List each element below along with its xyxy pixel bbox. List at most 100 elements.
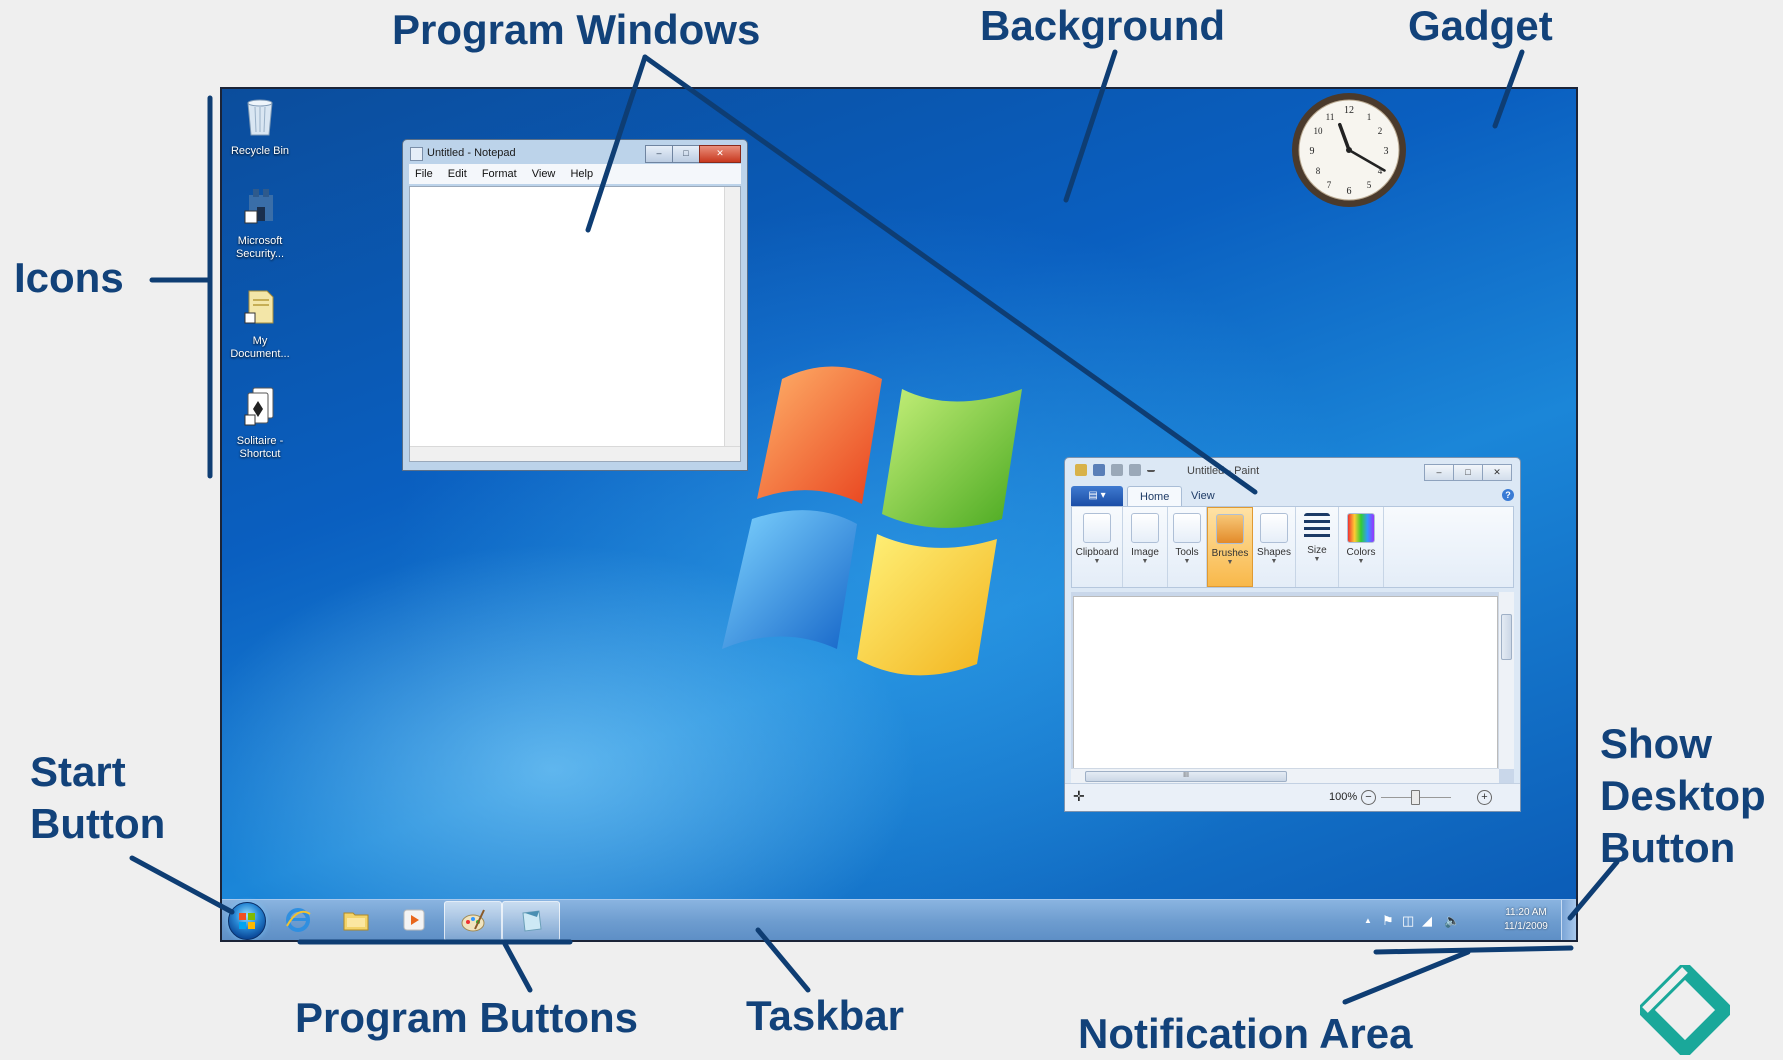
brushes-icon [1216,514,1244,544]
clipboard-icon [1083,513,1111,543]
taskbar-button-media-player[interactable] [386,901,442,939]
ribbon-group-size[interactable]: Size ▼ [1296,507,1339,587]
power-icon[interactable]: ◫ [1402,913,1414,929]
taskbar-button-notepad[interactable] [502,901,560,940]
clock-time: 11:20 AM [1505,907,1547,918]
notepad-title: Untitled - Notepad [427,147,516,159]
callout-show-desktop-button: Show Desktop Button [1600,720,1766,871]
callout-start-button: Start Button [30,748,166,847]
ribbon-group-clipboard[interactable]: Clipboard ▼ [1072,507,1123,587]
show-desktop-button[interactable] [1561,900,1576,940]
ribbon-group-brushes[interactable]: Brushes ▼ [1207,507,1253,587]
ribbon-group-tools[interactable]: Tools ▼ [1168,507,1207,587]
notepad-app-icon [410,147,423,161]
desktop[interactable]: Recycle Bin Microsoft Security... My Doc… [220,87,1578,942]
scroll-thumb[interactable] [1501,614,1512,660]
taskbar-button-internet-explorer[interactable] [270,901,326,939]
svg-text:6: 6 [1347,186,1352,197]
undo-icon[interactable] [1111,464,1123,476]
volume-icon[interactable]: 🔈 [1444,913,1460,929]
notepad-vertical-scrollbar[interactable] [724,187,740,447]
paint-window[interactable]: Untitled - Paint – □ ✕ ▤ ▾ Home View ? C… [1064,457,1521,812]
paint-title: Untitled - Paint [1187,465,1260,477]
network-icon[interactable]: ◢ [1422,913,1432,929]
taskbar-button-paint[interactable] [444,901,502,940]
close-button[interactable]: ✕ [699,145,741,163]
image-icon [1131,513,1159,543]
windows-explorer-icon [343,912,369,931]
redo-icon[interactable] [1129,464,1141,476]
start-button[interactable] [228,902,266,940]
svg-text:8: 8 [1316,166,1321,176]
notification-area-leader [1342,949,1471,1005]
taskbar-button-windows-explorer[interactable] [328,901,384,939]
paint-titlebar[interactable]: Untitled - Paint – □ ✕ [1065,458,1520,484]
menu-view[interactable]: View [532,168,556,180]
zoom-slider-thumb[interactable] [1411,790,1420,805]
desktop-icon-label: Microsoft Security... [235,235,285,260]
callout-program-windows: Program Windows [392,6,761,53]
svg-text:11: 11 [1326,112,1335,122]
ribbon-group-colors[interactable]: Colors ▼ [1339,507,1384,587]
notepad-horizontal-scrollbar[interactable] [410,446,740,461]
paint-canvas[interactable] [1073,596,1498,769]
callout-gadget: Gadget [1408,2,1553,49]
menu-edit[interactable]: Edit [448,168,467,180]
svg-text:3: 3 [1384,146,1389,157]
notepad-text-area[interactable] [409,186,741,462]
save-icon[interactable] [1093,464,1105,476]
paint-app-icon [1075,464,1087,476]
desktop-icon-label: My Document... [230,335,290,360]
menu-file[interactable]: File [415,168,433,180]
group-label: Clipboard [1075,547,1119,558]
show-hidden-icons-button[interactable]: ▲ [1364,916,1372,925]
desktop-icon-recycle-bin[interactable]: Recycle Bin [222,95,298,158]
clock-date: 11/1/2009 [1504,921,1548,932]
paint-file-menu-button[interactable]: ▤ ▾ [1071,486,1123,506]
desktop-icon-label: Solitaire - Shortcut [236,435,284,460]
notepad-window[interactable]: Untitled - Notepad – □ ✕ File Edit Forma… [402,139,748,471]
system-clock[interactable]: 11:20 AM 11/1/2009 [1496,906,1556,934]
clock-gadget[interactable]: 12 3 6 9 1 2 4 5 7 8 10 11 [1290,91,1408,209]
action-center-flag-icon[interactable]: ⚑ [1382,913,1394,929]
desktop-icon-microsoft-security[interactable]: Microsoft Security... [222,185,298,261]
desktop-icon-solitaire[interactable]: Solitaire - Shortcut [222,385,298,461]
customize-qat-icon[interactable] [1147,464,1155,472]
minimize-button[interactable]: – [1424,464,1454,481]
quick-access-toolbar [1075,464,1155,476]
paint-vertical-scrollbar[interactable] [1498,592,1514,769]
zoom-out-button[interactable]: − [1361,790,1376,805]
paint-horizontal-scrollbar[interactable]: III [1071,768,1499,783]
my-documents-icon [244,290,274,324]
scroll-thumb[interactable]: III [1085,771,1287,782]
paint-ribbon-tabs: ▤ ▾ Home View ? [1065,484,1520,507]
callout-notification-area: Notification Area [1078,1010,1413,1057]
ribbon-group-image[interactable]: Image ▼ [1123,507,1168,587]
help-icon[interactable]: ? [1502,489,1514,501]
tab-home[interactable]: Home [1127,486,1183,507]
ribbon-group-shapes[interactable]: Shapes ▼ [1253,507,1296,587]
tools-icon [1173,513,1201,543]
notepad-menubar: File Edit Format View Help [409,164,741,184]
maximize-button[interactable]: □ [672,145,700,163]
svg-text:1: 1 [1367,112,1372,122]
close-button[interactable]: ✕ [1482,464,1512,481]
notepad-titlebar[interactable]: Untitled - Notepad – □ ✕ [403,140,747,164]
microsoft-security-icon [244,189,273,224]
group-label: Size [1307,545,1327,556]
crosshair-icon: ✛ [1073,788,1085,804]
shapes-icon [1260,513,1288,543]
menu-format[interactable]: Format [482,168,517,180]
windows-flag-icon [239,913,255,929]
minimize-button[interactable]: – [645,145,673,163]
zoom-in-button[interactable]: + [1477,790,1492,805]
menu-help[interactable]: Help [570,168,593,180]
taskbar[interactable]: ▲ ⚑ ◫ ◢ 🔈 11:20 AM 11/1/2009 [222,899,1576,940]
group-label: Tools [1175,547,1199,558]
callout-icons: Icons [14,254,124,301]
paint-icon [461,909,485,932]
maximize-button[interactable]: □ [1453,464,1483,481]
desktop-icon-my-documents[interactable]: My Document... [222,285,298,361]
tab-view[interactable]: View [1179,486,1227,506]
windows-logo-wallpaper [722,366,1022,676]
